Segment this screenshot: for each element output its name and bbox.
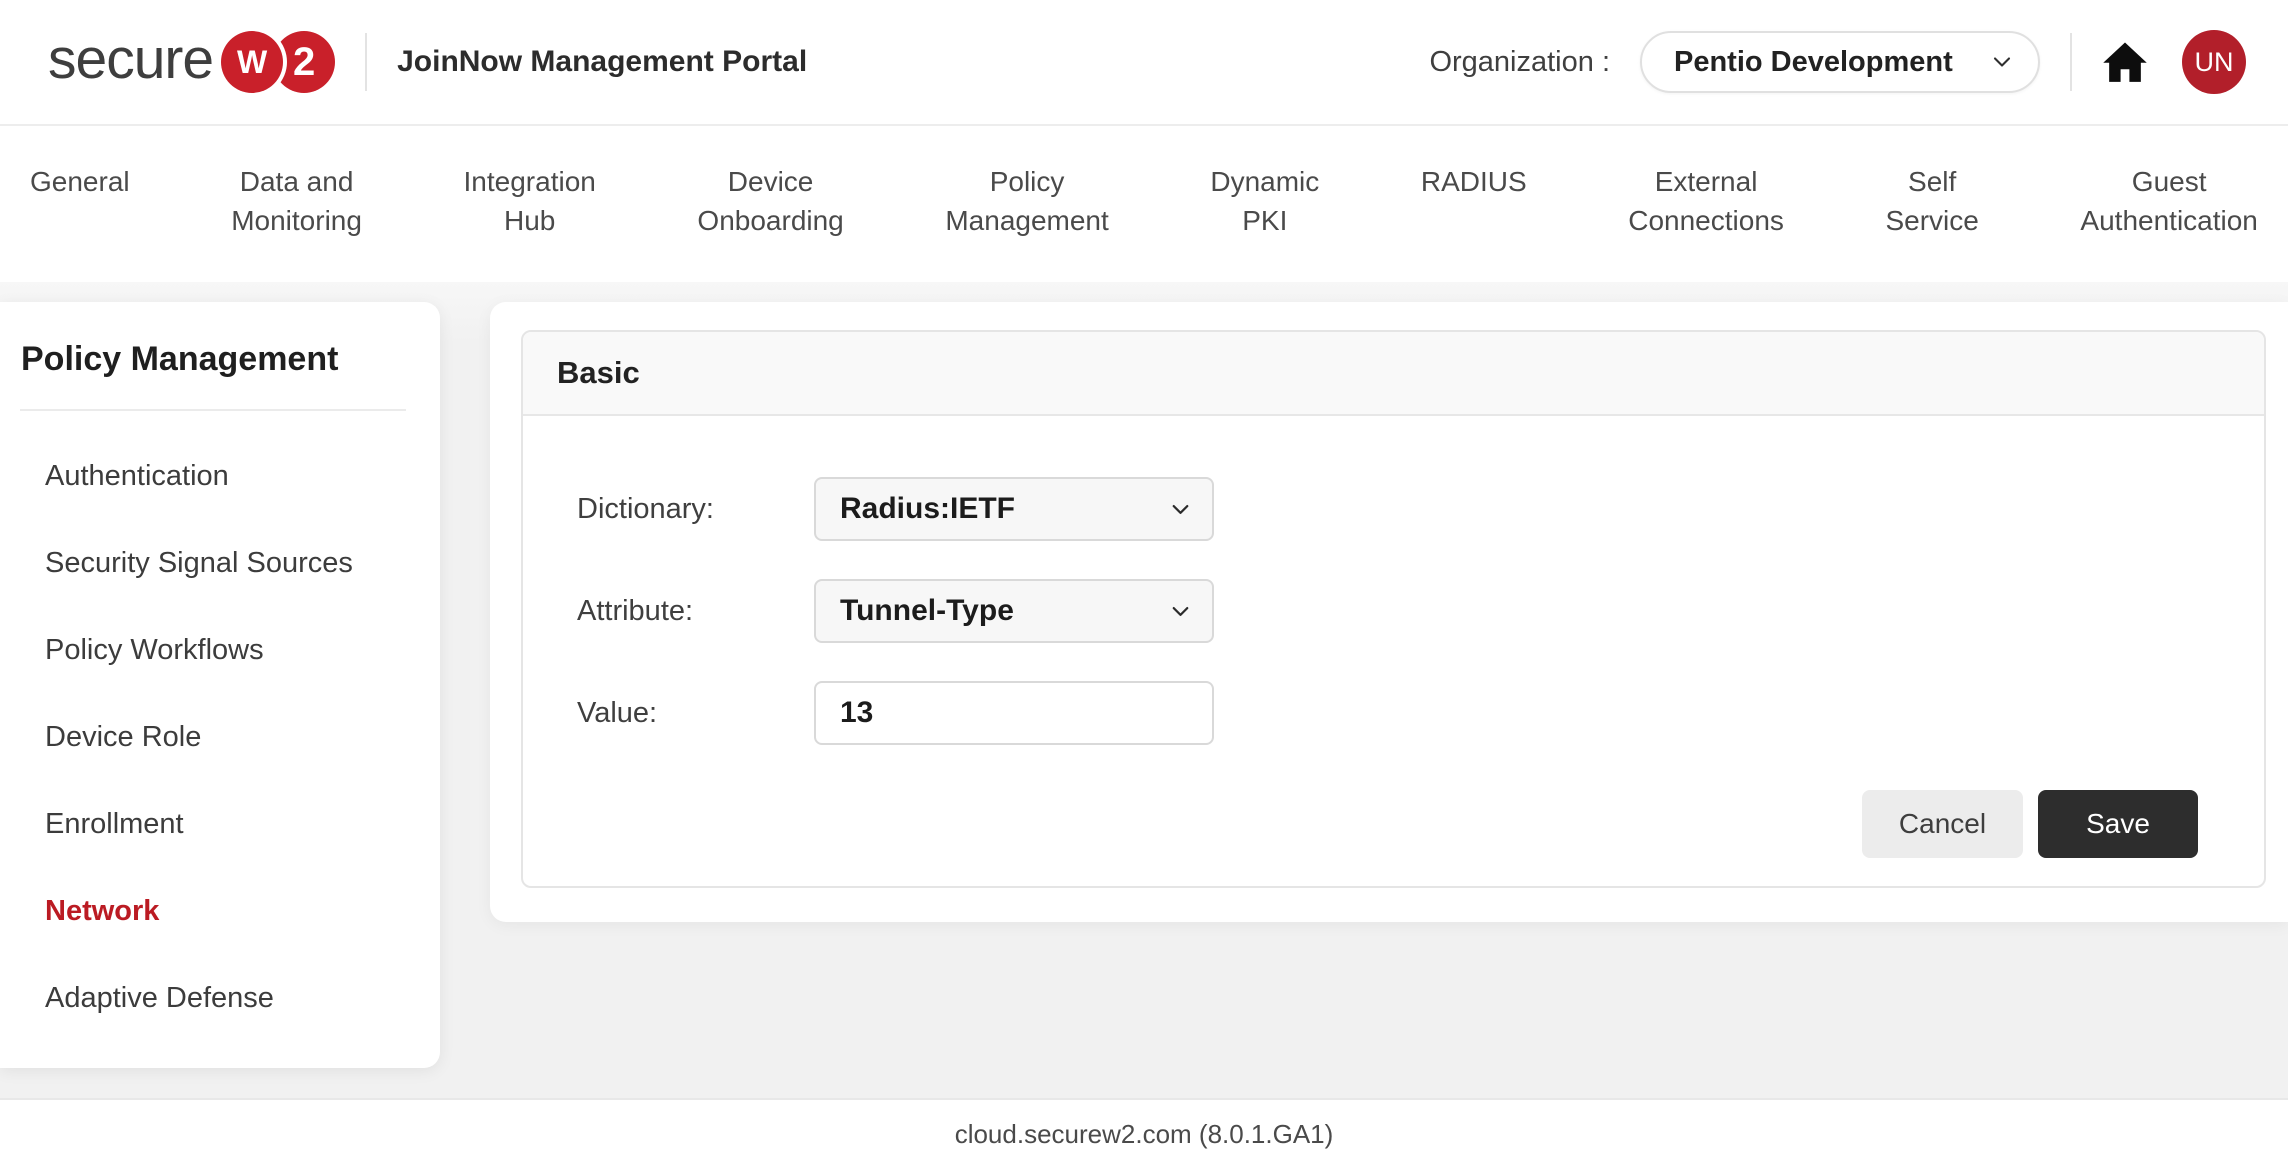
nav-item-integration-hub[interactable]: Integration Hub — [464, 162, 596, 240]
app-header: secure W 2 JoinNow Management Portal Org… — [0, 0, 2288, 126]
logo-brand-text: secure — [48, 31, 213, 88]
nav-item-policy-management[interactable]: Policy Management — [945, 162, 1108, 240]
value-row: Value: — [577, 681, 2264, 745]
home-icon[interactable] — [2102, 41, 2148, 83]
sidebar-title: Policy Management — [0, 302, 440, 379]
sidebar-item-network[interactable]: Network — [0, 868, 440, 955]
nav-item-label: Self Service — [1885, 162, 1978, 240]
sidebar-item-enrollment[interactable]: Enrollment — [0, 781, 440, 868]
chevron-down-icon — [1167, 496, 1194, 523]
value-input[interactable] — [814, 681, 1214, 745]
sidebar-item-label: Network — [45, 895, 159, 928]
nav-item-device-onboarding[interactable]: Device Onboarding — [697, 162, 843, 240]
organization-selected-value: Pentio Development — [1674, 46, 1953, 79]
nav-item-guest-authentication[interactable]: Guest Authentication — [2080, 162, 2257, 240]
sidebar-item-policy-workflows[interactable]: Policy Workflows — [0, 607, 440, 694]
nav-item-self-service[interactable]: Self Service — [1885, 162, 1978, 240]
nav-item-label: Guest Authentication — [2080, 162, 2257, 240]
header-divider-2 — [2070, 33, 2072, 91]
organization-label: Organization : — [1429, 46, 1610, 79]
nav-item-label: Dynamic PKI — [1210, 162, 1319, 240]
footer-host-version: cloud.securew2.com (8.0.1.GA1) — [955, 1119, 1334, 1150]
logo-badge-2-letter: 2 — [293, 40, 315, 85]
attribute-select[interactable]: Tunnel-Type — [814, 579, 1214, 643]
app-root: secure W 2 JoinNow Management Portal Org… — [0, 0, 2288, 1168]
avatar[interactable]: UN — [2182, 30, 2246, 94]
organization-dropdown[interactable]: Pentio Development — [1640, 31, 2040, 93]
nav-item-label: Device Onboarding — [697, 162, 843, 240]
app-footer: cloud.securew2.com (8.0.1.GA1) — [0, 1098, 2288, 1168]
logo-badge-w: W — [221, 31, 283, 93]
sidebar: Policy Management Authentication Securit… — [0, 302, 440, 1068]
nav-item-label: Data and Monitoring — [231, 162, 362, 240]
nav-item-label: External Connections — [1628, 162, 1784, 240]
sidebar-item-label: Authentication — [45, 460, 229, 493]
sidebar-item-security-signal-sources[interactable]: Security Signal Sources — [0, 520, 440, 607]
nav-item-label: RADIUS — [1421, 162, 1527, 201]
sidebar-list: Authentication Security Signal Sources P… — [0, 411, 440, 1042]
nav-item-dynamic-pki[interactable]: Dynamic PKI — [1210, 162, 1319, 240]
dictionary-select[interactable]: Radius:IETF — [814, 477, 1214, 541]
sidebar-item-label: Adaptive Defense — [45, 982, 274, 1015]
nav-item-external-connections[interactable]: External Connections — [1628, 162, 1784, 240]
nav-item-label: General — [30, 162, 130, 201]
logo-badge-w-letter: W — [237, 44, 267, 81]
nav-item-label: Integration Hub — [464, 162, 596, 240]
panel-title: Basic — [557, 355, 640, 391]
sidebar-item-device-role[interactable]: Device Role — [0, 694, 440, 781]
header-right-cluster: Organization : Pentio Development UN — [1429, 30, 2246, 94]
attribute-selected-value: Tunnel-Type — [840, 594, 1014, 628]
dictionary-row: Dictionary: Radius:IETF — [577, 477, 2264, 541]
sidebar-item-label: Enrollment — [45, 808, 184, 841]
value-label: Value: — [577, 697, 814, 730]
nav-item-general[interactable]: General — [30, 162, 130, 201]
sidebar-item-label: Device Role — [45, 721, 201, 754]
form-actions: Cancel Save — [577, 790, 2264, 858]
chevron-down-icon — [1167, 598, 1194, 625]
nav-item-label: Policy Management — [945, 162, 1108, 240]
sidebar-item-label: Policy Workflows — [45, 634, 264, 667]
securew2-logo[interactable]: secure W 2 — [48, 31, 335, 93]
page-background: Policy Management Authentication Securit… — [0, 282, 2288, 1098]
header-divider — [365, 33, 367, 91]
basic-panel-header: Basic — [523, 332, 2264, 416]
basic-panel-body: Dictionary: Radius:IETF Attribute: Tunne… — [523, 416, 2264, 889]
attribute-row: Attribute: Tunnel-Type — [577, 579, 2264, 643]
dictionary-selected-value: Radius:IETF — [840, 492, 1015, 526]
attribute-label: Attribute: — [577, 595, 814, 628]
cancel-button[interactable]: Cancel — [1862, 790, 2023, 858]
sidebar-item-adaptive-defense[interactable]: Adaptive Defense — [0, 955, 440, 1042]
sidebar-item-authentication[interactable]: Authentication — [0, 433, 440, 520]
sidebar-item-label: Security Signal Sources — [45, 547, 353, 580]
chevron-down-icon — [1988, 48, 2016, 76]
nav-item-radius[interactable]: RADIUS — [1421, 162, 1527, 201]
nav-item-data-and-monitoring[interactable]: Data and Monitoring — [231, 162, 362, 240]
avatar-initials: UN — [2195, 47, 2234, 78]
basic-panel: Basic Dictionary: Radius:IETF Attrib — [521, 330, 2266, 888]
dictionary-label: Dictionary: — [577, 493, 814, 526]
save-button[interactable]: Save — [2038, 790, 2198, 858]
top-navigation: General Data and Monitoring Integration … — [0, 128, 2288, 282]
page-title: JoinNow Management Portal — [397, 45, 807, 79]
content-area: Basic Dictionary: Radius:IETF Attrib — [490, 302, 2288, 922]
